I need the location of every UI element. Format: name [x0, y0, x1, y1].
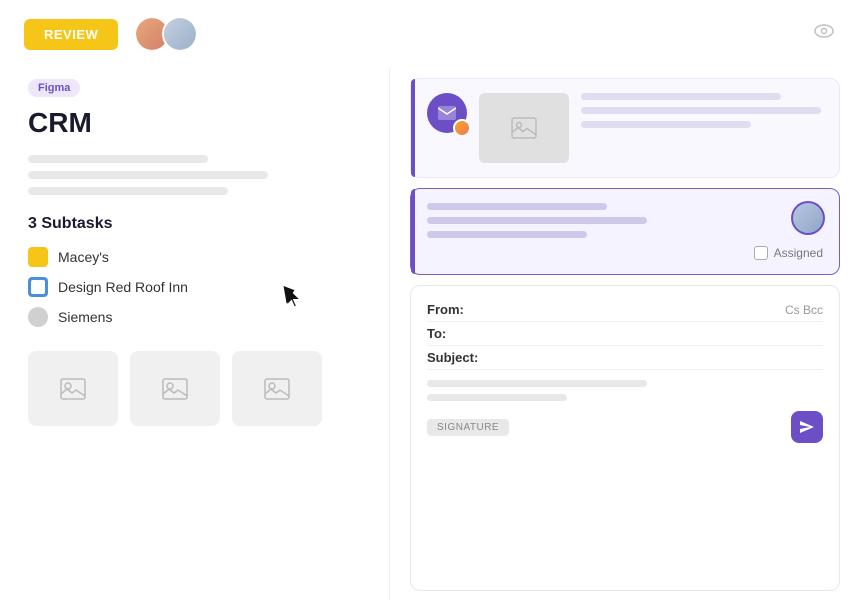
email-body-line-2 — [427, 394, 567, 401]
eye-icon[interactable] — [812, 19, 836, 49]
msg-line-2-2 — [427, 217, 647, 224]
small-avatar-1 — [453, 119, 471, 137]
email-cc-label: Cs Bcc — [785, 303, 823, 317]
thumbnail-row — [28, 351, 361, 426]
subtask-design-red-roof[interactable]: Design Red Roof Inn — [28, 277, 361, 297]
top-bar-left: REVIEW — [24, 16, 198, 52]
desc-line-3 — [28, 187, 228, 195]
assigned-row: Assigned — [427, 246, 823, 260]
subtask-siemens[interactable]: Siemens — [28, 307, 361, 327]
left-accent-bar-2 — [411, 189, 415, 274]
right-avatar — [791, 201, 825, 235]
email-from-label: From: — [427, 302, 487, 317]
right-avatar-wrap — [791, 201, 825, 235]
email-body-line-1 — [427, 380, 647, 387]
assigned-label: Assigned — [774, 246, 823, 260]
signature-badge: SIGNATURE — [427, 419, 509, 436]
main-content: Figma CRM 3 Subtasks Macey's Design Red … — [0, 68, 860, 601]
msg-card-top-1 — [427, 93, 823, 163]
subtask-maceys[interactable]: Macey's — [28, 247, 361, 267]
left-panel: Figma CRM 3 Subtasks Macey's Design Red … — [0, 68, 390, 601]
thumbnail-3[interactable] — [232, 351, 322, 426]
subtask-icon-design-red-roof — [28, 277, 48, 297]
email-compose: From: Cs Bcc To: Subject: SIGNATURE — [410, 285, 840, 591]
send-icon — [799, 420, 815, 434]
text-line-3 — [581, 121, 751, 128]
send-button[interactable] — [791, 411, 823, 443]
image-placeholder-1 — [479, 93, 569, 163]
subtasks-heading: 3 Subtasks — [28, 215, 361, 233]
subtask-icon-siemens — [28, 307, 48, 327]
figma-badge: Figma — [28, 79, 80, 97]
email-to-row: To: — [427, 322, 823, 346]
thumbnail-2[interactable] — [130, 351, 220, 426]
msg-text-lines-2 — [427, 203, 823, 238]
message-card-1 — [410, 78, 840, 178]
envelope-badge-1 — [427, 93, 467, 133]
right-avatar-inner — [793, 203, 823, 233]
email-footer: SIGNATURE — [427, 411, 823, 443]
msg-text-lines-1 — [581, 93, 823, 135]
description-lines — [28, 155, 361, 195]
right-panel: Assigned From: Cs Bcc To: Subject: SIGNA… — [390, 68, 860, 601]
desc-line-2 — [28, 171, 268, 179]
subtask-label-maceys: Macey's — [58, 249, 109, 265]
message-card-2: Assigned — [410, 188, 840, 275]
thumbnail-1[interactable] — [28, 351, 118, 426]
text-line-1 — [581, 93, 781, 100]
subtask-icon-maceys — [28, 247, 48, 267]
email-from-row: From: Cs Bcc — [427, 298, 823, 322]
email-to-label: To: — [427, 326, 487, 341]
msg-line-2-3 — [427, 231, 587, 238]
review-button[interactable]: REVIEW — [24, 19, 118, 50]
assigned-checkbox[interactable] — [754, 246, 768, 260]
left-accent-bar — [411, 79, 415, 177]
text-line-2 — [581, 107, 821, 114]
subtask-label-siemens: Siemens — [58, 309, 112, 325]
page-title: CRM — [28, 107, 361, 139]
avatars — [134, 16, 198, 52]
msg-line-2-1 — [427, 203, 607, 210]
email-subject-row: Subject: — [427, 346, 823, 370]
subtask-label-design-red-roof: Design Red Roof Inn — [58, 279, 188, 295]
avatar-2 — [162, 16, 198, 52]
desc-line-1 — [28, 155, 208, 163]
email-subject-label: Subject: — [427, 350, 487, 365]
subtask-list: Macey's Design Red Roof Inn Siemens — [28, 247, 361, 327]
top-bar: REVIEW — [0, 0, 860, 68]
email-body — [427, 380, 823, 401]
